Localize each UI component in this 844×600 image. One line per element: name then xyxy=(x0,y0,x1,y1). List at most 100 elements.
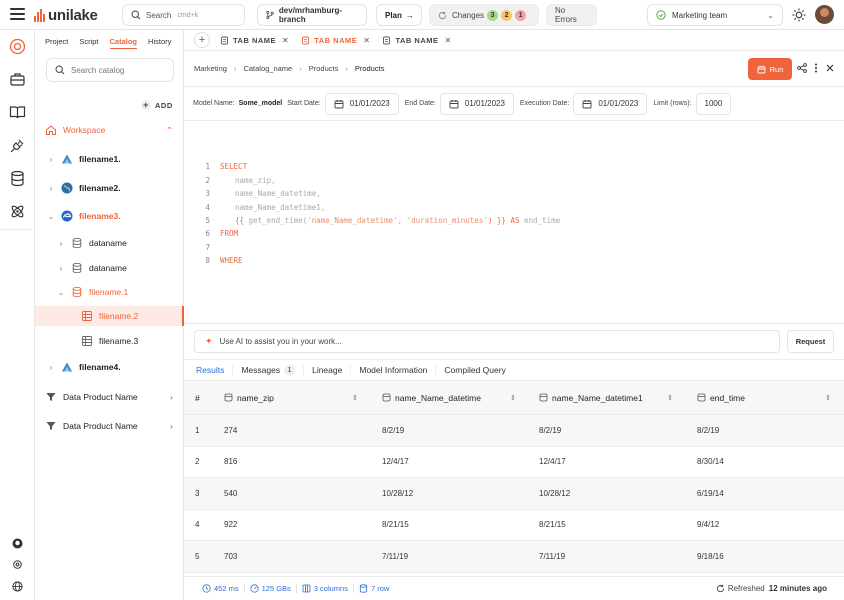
tab-results[interactable]: Results xyxy=(188,365,234,375)
column-header-name-zip[interactable]: name_zip ⇕ xyxy=(224,381,358,414)
code-line: 5 {{ get_end_time('name_Name_datetime', '… xyxy=(184,214,560,227)
changes-deleted-badge: 1 xyxy=(515,9,527,21)
breadcrumb-item[interactable]: Catalog_name xyxy=(243,64,292,73)
share-nodes-icon[interactable] xyxy=(797,63,807,73)
close-icon[interactable]: ✕ xyxy=(363,36,370,45)
breadcrumb-item[interactable]: Marketing xyxy=(194,64,227,73)
file-tab-2[interactable]: TAB NAME ✕ xyxy=(301,36,370,45)
tree-item-dataname-2[interactable]: › dataname xyxy=(35,258,184,278)
breadcrumb: Marketing › Catalog_name › Products › Pr… xyxy=(184,51,844,87)
chevron-up-icon[interactable]: ⌃ xyxy=(166,125,173,136)
start-date-field[interactable]: 01/01/2023 xyxy=(324,92,399,115)
logo-icon xyxy=(34,9,45,22)
tab-catalog[interactable]: Catalog xyxy=(109,37,138,49)
data-product-1[interactable]: Data Product Name › xyxy=(35,387,184,407)
column-header-end-time[interactable]: end_time ⇕ xyxy=(697,381,831,414)
sun-icon[interactable] xyxy=(792,8,806,22)
tab-compiled-query[interactable]: Compiled Query xyxy=(436,365,513,375)
catalog-search-input[interactable]: Search catalog xyxy=(46,58,174,82)
table-row[interactable]: 2 816 12/4/17 12/4/17 8/30/14 xyxy=(184,447,844,478)
branch-selector[interactable]: dev/mrhamburg-branch xyxy=(257,4,367,26)
plan-button[interactable]: Plan → xyxy=(376,4,422,26)
sort-icon[interactable]: ⇕ xyxy=(667,394,673,402)
breadcrumb-item[interactable]: Products xyxy=(309,64,339,73)
column-header-name-datetime[interactable]: name_Name_datetime ⇕ xyxy=(382,381,516,414)
column-type-icon xyxy=(382,393,391,402)
tree-item-filename-3[interactable]: filename.3 xyxy=(35,331,184,351)
new-tab-button[interactable]: + xyxy=(194,32,210,48)
file-tab-label: TAB NAME xyxy=(314,35,358,45)
chevron-down-icon[interactable]: ⌄ xyxy=(47,212,55,221)
briefcase-icon[interactable] xyxy=(9,71,26,88)
chevron-right-icon[interactable]: › xyxy=(57,239,65,248)
tree-item-filename-1[interactable]: ⌄ filename.1 xyxy=(35,282,184,302)
avatar[interactable] xyxy=(815,5,834,24)
table-cell: 4 xyxy=(195,520,200,530)
globe-icon[interactable] xyxy=(12,581,23,592)
refresh-status[interactable]: Refreshed 12 minutes ago xyxy=(716,584,827,593)
atom-icon[interactable] xyxy=(9,203,26,220)
menu-icon[interactable] xyxy=(10,8,25,21)
tab-project[interactable]: Project xyxy=(45,37,68,49)
table-cell: 7/11/19 xyxy=(539,551,566,561)
settings-icon[interactable] xyxy=(12,559,23,570)
workspace-label: Workspace xyxy=(63,125,106,135)
plus-icon: + xyxy=(141,100,151,110)
ai-assist-input[interactable]: ✦ Use AI to assist you in your work... xyxy=(194,330,780,353)
column-header-label: name_Name_datetime xyxy=(395,392,481,403)
tree-item-filename1[interactable]: › filename1. xyxy=(35,149,184,169)
changes-button[interactable]: Changes 3 2 1 xyxy=(429,4,539,26)
edge-logo-icon xyxy=(61,210,73,222)
chevron-right-icon[interactable]: › xyxy=(47,184,55,193)
request-button[interactable]: Request xyxy=(787,330,834,353)
limit-field[interactable]: 1000 xyxy=(695,92,732,115)
sort-icon[interactable]: ⇕ xyxy=(352,394,358,402)
tab-lineage[interactable]: Lineage xyxy=(304,365,352,375)
tree-item-filename2[interactable]: › filename2. xyxy=(35,178,184,198)
global-search[interactable]: Search cmd+k xyxy=(122,4,245,26)
tree-item-filename-2[interactable]: filename.2 xyxy=(35,306,184,326)
chevron-down-icon[interactable]: ⌄ xyxy=(57,288,65,297)
database-icon[interactable] xyxy=(9,170,26,187)
dashboard-icon[interactable] xyxy=(9,38,26,55)
data-product-2[interactable]: Data Product Name › xyxy=(35,416,184,436)
sort-icon[interactable]: ⇕ xyxy=(510,394,516,402)
code-editor[interactable]: 1 SELECT 2 name_zip, 3 name_Name_datetime, … xyxy=(184,121,844,324)
plug-icon[interactable] xyxy=(9,137,26,154)
table-row[interactable]: 3 540 10/28/12 10/28/12 6/19/14 xyxy=(184,478,844,510)
tree-item-filename3[interactable]: ⌄ filename3. xyxy=(35,206,184,226)
close-icon[interactable] xyxy=(825,63,835,73)
close-icon[interactable]: ✕ xyxy=(282,36,289,45)
tab-model-information[interactable]: Model Information xyxy=(351,365,437,375)
table-row[interactable]: 1 274 8/2/19 8/2/19 8/2/19 xyxy=(184,415,844,447)
table-row[interactable]: 4 922 8/21/15 8/21/15 9/4/12 xyxy=(184,510,844,541)
file-tab-3[interactable]: TAB NAME ✕ xyxy=(382,36,451,45)
sort-icon[interactable]: ⇕ xyxy=(825,394,831,402)
tree-item-dataname-1[interactable]: › dataname xyxy=(35,233,184,253)
more-vertical-icon[interactable] xyxy=(811,63,821,73)
chevron-right-icon[interactable]: › xyxy=(170,392,173,402)
run-button[interactable]: Run xyxy=(748,58,792,80)
tab-script[interactable]: Script xyxy=(79,37,98,49)
book-icon[interactable] xyxy=(9,104,26,121)
column-header-name-datetime1[interactable]: name_Name_datetime1 ⇕ xyxy=(539,381,673,414)
chevron-right-icon[interactable]: › xyxy=(170,421,173,431)
file-tab-1[interactable]: TAB NAME ✕ xyxy=(220,36,289,45)
github-icon[interactable] xyxy=(12,538,23,549)
tree-item-filename4[interactable]: › filename4. xyxy=(35,357,184,377)
execution-date-field[interactable]: 01/01/2023 xyxy=(573,92,648,115)
chevron-right-icon[interactable]: › xyxy=(47,155,55,164)
end-date-field[interactable]: 01/01/2023 xyxy=(439,92,514,115)
results-table: # name_zip ⇕ name_Name_datetime ⇕ name_N… xyxy=(184,381,844,573)
chevron-right-icon[interactable]: › xyxy=(47,363,55,372)
errors-status[interactable]: No Errors xyxy=(546,4,597,26)
tab-history[interactable]: History xyxy=(148,37,171,49)
tab-messages[interactable]: Messages 1 xyxy=(233,364,305,376)
chevron-right-icon[interactable]: › xyxy=(57,264,65,273)
close-icon[interactable]: ✕ xyxy=(445,36,452,45)
add-button[interactable]: + ADD xyxy=(141,100,173,110)
ai-assist-placeholder: Use AI to assist you in your work... xyxy=(219,337,342,346)
table-row[interactable]: 5 703 7/11/19 7/11/19 9/18/16 xyxy=(184,541,844,573)
workspace-header[interactable]: Workspace ⌃ xyxy=(35,120,184,140)
team-selector[interactable]: Marketing team ⌄ xyxy=(647,4,783,26)
